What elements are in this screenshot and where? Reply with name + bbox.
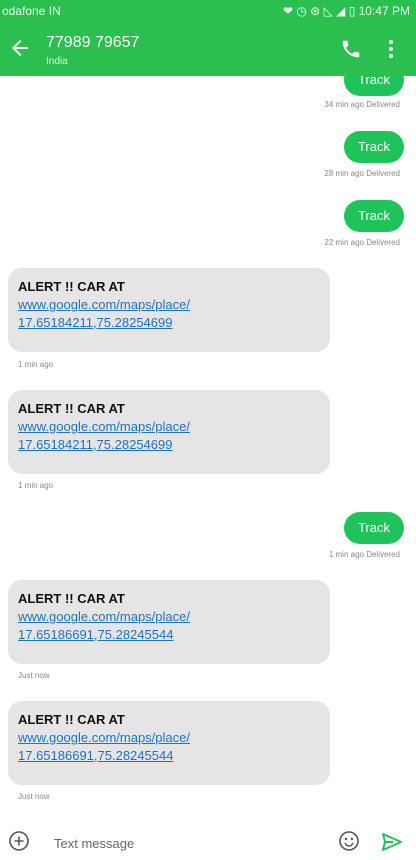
message-bubble-outgoing[interactable]: Track — [343, 200, 404, 232]
message-text: ALERT !! CAR AT — [18, 591, 125, 606]
contact-number[interactable]: 77989 79657 — [46, 34, 139, 52]
add-circle-icon[interactable] — [8, 830, 30, 852]
phone-icon[interactable] — [340, 38, 362, 60]
emoji-icon[interactable] — [338, 830, 360, 852]
compose-bar — [0, 824, 416, 860]
message-timestamp: 34 min ago Delivered — [324, 100, 400, 109]
message-timestamp: 28 min ago Delivered — [324, 169, 400, 178]
map-link-coordinates[interactable]: 17.65184211,75.28254699 — [18, 436, 320, 454]
back-arrow-icon[interactable] — [8, 36, 32, 60]
message-bubble-incoming[interactable]: ALERT !! CAR AT www.google.com/maps/plac… — [8, 701, 330, 785]
message-timestamp: 1 min ago — [18, 360, 54, 369]
map-link-coordinates[interactable]: 17.65186691,75.28245544 — [18, 626, 320, 644]
message-text: ALERT !! CAR AT — [18, 712, 125, 727]
message-bubble-incoming[interactable]: ALERT !! CAR AT www.google.com/maps/plac… — [8, 580, 330, 664]
send-icon[interactable] — [380, 830, 404, 854]
conversation-header: 77989 79657 India — [0, 22, 416, 76]
map-link[interactable]: www.google.com/maps/place/ — [18, 418, 320, 436]
message-timestamp: Just now — [18, 671, 50, 680]
message-bubble-outgoing[interactable]: Track — [343, 76, 404, 96]
message-bubble-outgoing[interactable]: Track — [343, 131, 404, 163]
map-link-coordinates[interactable]: 17.65186691,75.28245544 — [18, 747, 320, 765]
contact-location: India — [46, 56, 68, 67]
message-bubble-incoming[interactable]: ALERT !! CAR AT www.google.com/maps/plac… — [8, 268, 330, 352]
message-thread[interactable]: Track 34 min ago Delivered Track 28 min … — [0, 76, 416, 824]
message-bubble-outgoing[interactable]: Track — [343, 512, 404, 544]
status-indicators: ❤ ◷ ⊛ ◺ ◢ ▯ 10:47 PM — [282, 4, 410, 18]
message-text: ALERT !! CAR AT — [18, 279, 125, 294]
message-text: ALERT !! CAR AT — [18, 401, 125, 416]
message-timestamp: Just now — [18, 792, 50, 801]
more-vert-icon[interactable] — [386, 38, 396, 60]
map-link[interactable]: www.google.com/maps/place/ — [18, 608, 320, 626]
message-bubble-incoming[interactable]: ALERT !! CAR AT www.google.com/maps/plac… — [8, 390, 330, 474]
message-timestamp: 1 min ago — [18, 481, 54, 490]
status-bar: odafone IN ❤ ◷ ⊛ ◺ ◢ ▯ 10:47 PM — [0, 0, 416, 22]
message-input[interactable] — [52, 830, 324, 856]
message-timestamp: 1 min ago Delivered — [328, 550, 400, 559]
carrier-name: odafone IN — [2, 4, 61, 18]
map-link[interactable]: www.google.com/maps/place/ — [18, 296, 320, 314]
map-link-coordinates[interactable]: 17.65184211,75.28254699 — [18, 314, 320, 332]
message-timestamp: 22 min ago Delivered — [324, 238, 400, 247]
map-link[interactable]: www.google.com/maps/place/ — [18, 729, 320, 747]
